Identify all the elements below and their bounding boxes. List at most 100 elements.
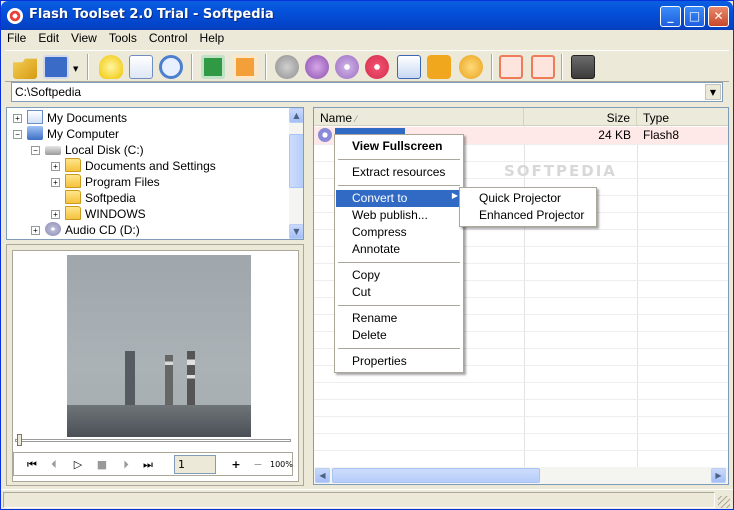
- folder-tree: + My Documents − My Computer − Local Disk (C:…: [6, 107, 304, 240]
- column-type[interactable]: Type: [637, 108, 728, 126]
- skip-end-icon[interactable]: ⏭: [140, 457, 156, 473]
- menu-convert-to[interactable]: Convert to ▶: [336, 190, 462, 207]
- collapse-icon[interactable]: −: [13, 130, 22, 139]
- zoom-level[interactable]: 100%: [270, 457, 293, 473]
- view-mode-icon[interactable]: [43, 55, 69, 79]
- path-combobox[interactable]: C:\Softpedia ▼: [11, 82, 723, 102]
- expand-icon[interactable]: +: [51, 162, 60, 171]
- column-size[interactable]: Size: [524, 108, 637, 126]
- resize-icon[interactable]: [233, 55, 257, 79]
- tree-item[interactable]: + Program Files: [7, 174, 287, 190]
- export-icon[interactable]: [129, 55, 153, 79]
- open-folder-icon[interactable]: [13, 58, 37, 79]
- menu-help[interactable]: Help: [194, 30, 231, 46]
- menu-separator: [338, 348, 460, 349]
- cd-icon: [45, 222, 61, 236]
- menu-enhanced-projector[interactable]: Enhanced Projector: [461, 207, 595, 224]
- menu-copy[interactable]: Copy: [336, 267, 462, 284]
- menu-extract-resources[interactable]: Extract resources: [336, 164, 462, 181]
- tree-vscrollbar[interactable]: ▲ ▼: [289, 108, 303, 239]
- link-icon[interactable]: [531, 55, 555, 79]
- menu-quick-projector[interactable]: Quick Projector: [461, 190, 595, 207]
- file-scroll-thumb[interactable]: [332, 468, 540, 483]
- tree-item-label: WINDOWS: [85, 207, 146, 221]
- menu-cut[interactable]: Cut: [336, 284, 462, 301]
- html-icon[interactable]: [397, 55, 421, 79]
- search-icon[interactable]: [159, 55, 183, 79]
- skip-start-icon[interactable]: ⏮: [24, 457, 40, 473]
- preview-panel: [6, 244, 304, 486]
- path-dropdown-button[interactable]: ▼: [705, 84, 721, 100]
- stop-icon[interactable]: ■: [94, 457, 110, 473]
- flower-icon[interactable]: [365, 55, 389, 79]
- expand-icon[interactable]: +: [31, 226, 40, 235]
- menu-delete[interactable]: Delete: [336, 327, 462, 344]
- zoom-in-icon[interactable]: +: [228, 457, 244, 473]
- menu-annotate[interactable]: Annotate: [336, 241, 462, 258]
- play-icon[interactable]: ▷: [70, 457, 86, 473]
- tree-item[interactable]: − Local Disk (C:): [7, 142, 287, 158]
- tip-bulb-icon[interactable]: [99, 55, 123, 79]
- minimize-button[interactable]: _: [660, 6, 681, 27]
- timeline-slider[interactable]: [15, 434, 291, 446]
- file-hscrollbar[interactable]: ◀ ▶: [314, 467, 728, 484]
- disc-icon[interactable]: [335, 55, 359, 79]
- grid-row-line: [314, 382, 728, 383]
- path-field[interactable]: C:\Softpedia: [15, 85, 81, 99]
- news-icon[interactable]: [571, 55, 595, 79]
- menu-convert-to-label: Convert to: [352, 191, 408, 205]
- menu-web-publish[interactable]: Web publish...: [336, 207, 462, 224]
- title-bar[interactable]: Flash Toolset 2.0 Trial - Softpedia _ □ …: [1, 1, 733, 30]
- tree-item[interactable]: Softpedia: [7, 190, 287, 206]
- drive-icon: [45, 146, 61, 155]
- file-type-cell: Flash8: [643, 128, 680, 142]
- gray-circle-icon[interactable]: [275, 55, 299, 79]
- tree-scroll-thumb[interactable]: [289, 134, 303, 188]
- menu-tools[interactable]: Tools: [103, 30, 143, 46]
- lock-icon[interactable]: [427, 55, 451, 79]
- maximize-button[interactable]: □: [684, 6, 705, 27]
- tree-item[interactable]: + Audio CD (D:): [7, 222, 287, 238]
- column-name[interactable]: Name ⁄: [314, 108, 524, 126]
- menu-compress[interactable]: Compress: [336, 224, 462, 241]
- close-button[interactable]: ✕: [708, 6, 729, 27]
- tree-item[interactable]: + WINDOWS: [7, 206, 287, 222]
- chevron-down-icon[interactable]: ▼: [73, 65, 78, 73]
- convert-submenu: Quick Projector Enhanced Projector: [459, 187, 597, 227]
- scroll-right-icon[interactable]: ▶: [711, 468, 726, 483]
- folder-icon: [65, 206, 81, 220]
- slider-thumb[interactable]: [17, 434, 22, 446]
- expand-icon[interactable]: +: [51, 210, 60, 219]
- tree-item[interactable]: − My Computer: [7, 126, 287, 142]
- step-back-icon[interactable]: ⏴: [46, 457, 62, 473]
- zoom-out-icon[interactable]: −: [250, 457, 266, 473]
- expand-icon[interactable]: +: [13, 114, 22, 123]
- tree-item[interactable]: + My Documents: [7, 110, 287, 126]
- submenu-arrow-icon: ▶: [451, 191, 458, 200]
- arrow-out-icon[interactable]: [499, 55, 523, 79]
- menu-view[interactable]: View: [65, 30, 103, 46]
- collapse-icon[interactable]: −: [31, 146, 40, 155]
- resize-grip-icon[interactable]: [718, 496, 730, 508]
- step-forward-icon[interactable]: ⏵: [118, 457, 134, 473]
- scroll-down-icon[interactable]: ▼: [289, 224, 303, 239]
- expand-icon[interactable]: +: [51, 178, 60, 187]
- menu-properties[interactable]: Properties: [336, 353, 462, 370]
- menu-file[interactable]: File: [1, 30, 32, 46]
- menu-edit[interactable]: Edit: [32, 30, 65, 46]
- sort-icon: ⁄: [355, 114, 357, 124]
- menu-rename[interactable]: Rename: [336, 310, 462, 327]
- frame-number-field[interactable]: 1: [174, 455, 216, 474]
- scroll-left-icon[interactable]: ◀: [315, 468, 330, 483]
- purple-arrow-icon[interactable]: [305, 55, 329, 79]
- slider-track[interactable]: [15, 439, 291, 442]
- scroll-up-icon[interactable]: ▲: [289, 108, 303, 123]
- grid-row-line: [314, 450, 728, 451]
- context-menu: View Fullscreen Extract resources Conver…: [334, 134, 464, 373]
- menu-control[interactable]: Control: [143, 30, 194, 46]
- menu-view-fullscreen[interactable]: View Fullscreen: [336, 138, 462, 155]
- crop-icon[interactable]: [201, 55, 225, 79]
- flash-file-icon: [318, 128, 332, 142]
- download-icon[interactable]: [459, 55, 483, 79]
- tree-item[interactable]: + Documents and Settings: [7, 158, 287, 174]
